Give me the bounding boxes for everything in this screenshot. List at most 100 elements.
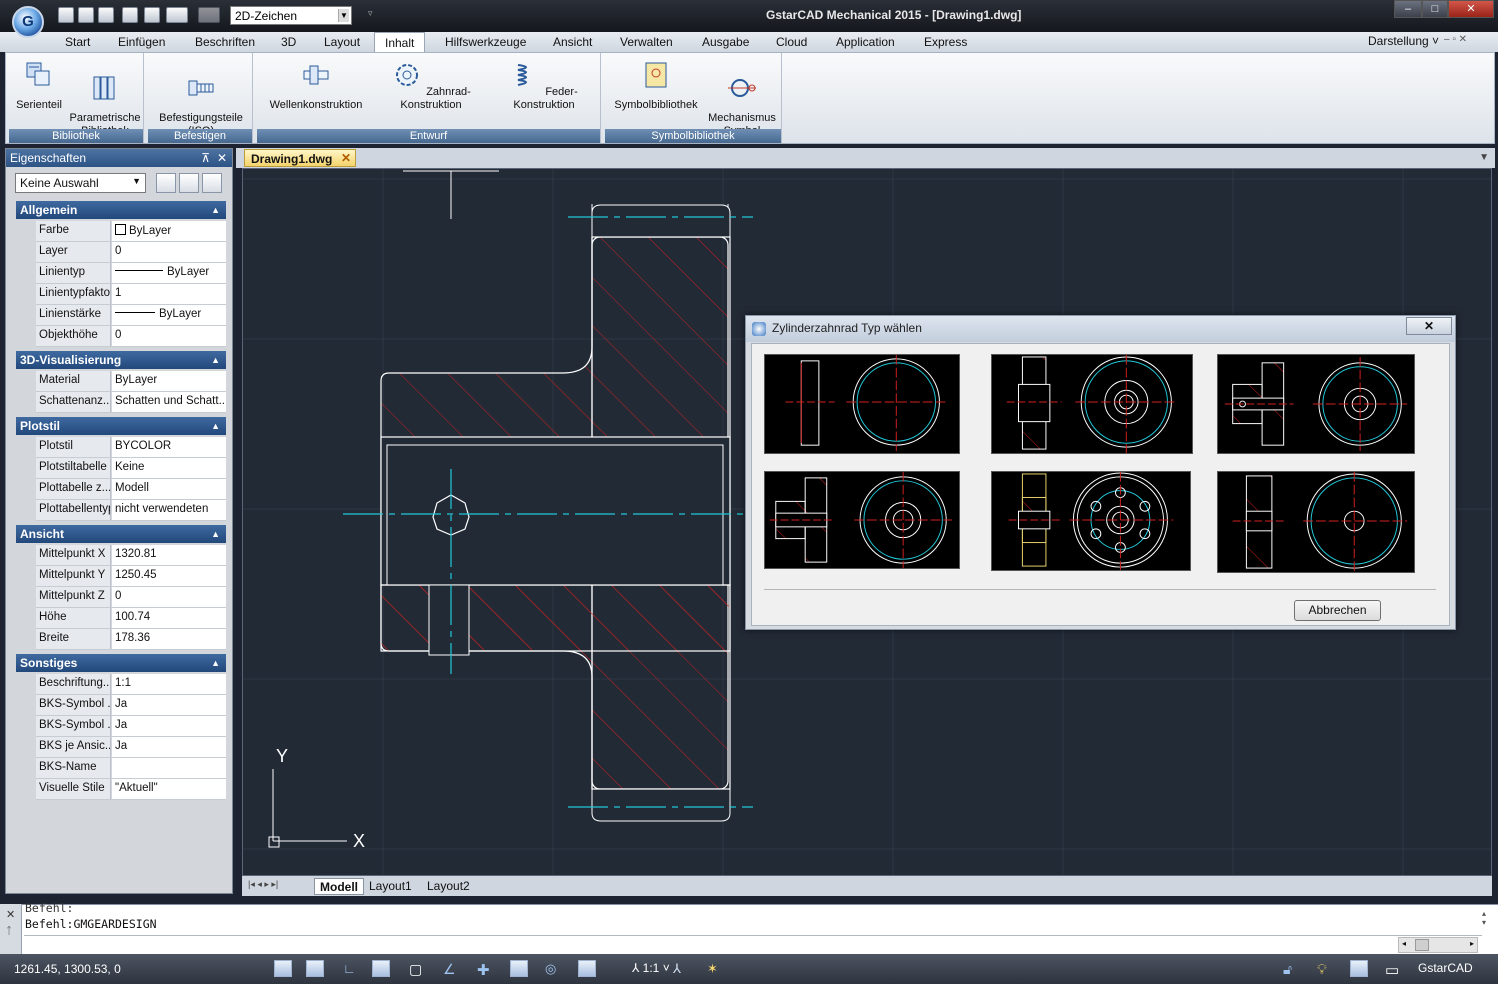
- property-value[interactable]: ByLayer: [112, 263, 226, 283]
- wellenkonstruktion-button[interactable]: Wellenkonstruktion: [261, 59, 371, 112]
- property-value[interactable]: 1320.81: [112, 545, 226, 565]
- workspace-select[interactable]: 2D-Zeichen ▼: [230, 6, 352, 25]
- layout-tab-layout1[interactable]: Layout1: [364, 878, 417, 895]
- property-row[interactable]: BKS-Name: [36, 758, 226, 779]
- quick-properties-icon[interactable]: [578, 960, 596, 977]
- minimize-button[interactable]: ‒: [1394, 0, 1422, 18]
- property-row[interactable]: Breite 178.36: [36, 629, 226, 650]
- lock-icon[interactable]: 🔓︎: [1282, 960, 1300, 977]
- tab-application[interactable]: Application: [826, 32, 905, 52]
- toggle-pickadd-button[interactable]: [156, 173, 176, 193]
- select-objects-button[interactable]: [179, 173, 199, 193]
- grid-display-icon[interactable]: [306, 960, 324, 977]
- lineweight-icon[interactable]: ◎: [544, 960, 562, 977]
- property-row[interactable]: Schattenanz... Schatten und Schatt...: [36, 392, 226, 413]
- property-value[interactable]: Schatten und Schatt...: [112, 392, 226, 412]
- property-row[interactable]: Beschriftung... 1:1: [36, 674, 226, 695]
- lightbulb-icon[interactable]: 💡︎: [1316, 960, 1334, 977]
- property-value[interactable]: 1: [112, 284, 226, 304]
- object-snap-icon[interactable]: ▢: [408, 960, 426, 977]
- property-value[interactable]: Modell: [112, 479, 226, 499]
- property-value[interactable]: [112, 758, 226, 778]
- pin-icon[interactable]: ᛏ: [6, 926, 12, 937]
- tab-ansicht[interactable]: Ansicht: [543, 32, 602, 52]
- tab-list-icon[interactable]: ▼: [1479, 152, 1489, 163]
- collapse-arrow-icon[interactable]: ▲: [211, 654, 220, 672]
- hardware-acceleration-icon[interactable]: [1350, 960, 1368, 977]
- property-row[interactable]: BKS je Ansic... Ja: [36, 737, 226, 758]
- collapse-arrow-icon[interactable]: ▲: [211, 417, 220, 435]
- property-value[interactable]: 1250.45: [112, 566, 226, 586]
- property-row[interactable]: Plotstil BYCOLOR: [36, 437, 226, 458]
- property-row[interactable]: Farbe ByLayer: [36, 221, 226, 242]
- tab-ausgabe[interactable]: Ausgabe: [692, 32, 759, 52]
- property-row[interactable]: BKS-Symbol ... Ja: [36, 716, 226, 737]
- collapse-arrow-icon[interactable]: ▲: [211, 201, 220, 219]
- gear-type-option-2[interactable]: [991, 354, 1193, 454]
- property-row[interactable]: Visuelle Stile "Aktuell": [36, 779, 226, 800]
- property-value[interactable]: 1:1: [112, 674, 226, 694]
- gear-type-option-5[interactable]: [991, 471, 1191, 571]
- property-row[interactable]: Material ByLayer: [36, 371, 226, 392]
- collapse-arrow-icon[interactable]: ▲: [211, 525, 220, 543]
- gear-type-option-6[interactable]: [1217, 471, 1415, 573]
- tab-beschriften[interactable]: Beschriften: [185, 32, 265, 52]
- collapse-arrow-icon[interactable]: ▲: [211, 351, 220, 369]
- zahnrad-konstruktion-button[interactable]: Zahnrad-Konstruktion: [371, 59, 491, 112]
- serienteil-button[interactable]: Serienteil: [13, 59, 65, 112]
- gear-type-option-3[interactable]: [1217, 354, 1415, 454]
- open-file-icon[interactable]: [78, 7, 94, 23]
- befestigungsteile-button[interactable]: Befestigungsteile (ISO): [151, 59, 251, 138]
- dynamic-input-icon[interactable]: [510, 960, 528, 977]
- property-section-header[interactable]: 3D-Visualisierung ▲: [16, 351, 226, 369]
- property-row[interactable]: Linientypfaktor 1: [36, 284, 226, 305]
- property-value[interactable]: Keine: [112, 458, 226, 478]
- cancel-button[interactable]: Abbrechen: [1294, 600, 1381, 621]
- maximize-button[interactable]: □: [1422, 0, 1448, 18]
- dialog-close-button[interactable]: ✕: [1406, 317, 1452, 335]
- property-value[interactable]: ByLayer: [112, 305, 226, 325]
- property-row[interactable]: Mittelpunkt Z 0: [36, 587, 226, 608]
- mechanismus-symbol-button[interactable]: Mechanismus Symbol: [704, 59, 780, 138]
- command-window-handle[interactable]: ✕ ᛏ: [0, 904, 22, 954]
- property-row[interactable]: Mittelpunkt Y 1250.45: [36, 566, 226, 587]
- snap-tracking-icon[interactable]: ∠: [442, 960, 460, 977]
- tab-express[interactable]: Express: [914, 32, 977, 52]
- workspace-display-menu[interactable]: Darstellung ˅: [1368, 34, 1439, 48]
- tab-start[interactable]: Start: [55, 32, 100, 52]
- arrow-right-icon[interactable]: ▸: [1470, 939, 1474, 948]
- property-row[interactable]: Linienstärke ByLayer: [36, 305, 226, 326]
- redo-icon[interactable]: [198, 7, 220, 23]
- property-row[interactable]: Linientyp ByLayer: [36, 263, 226, 284]
- property-value[interactable]: 0: [112, 242, 226, 262]
- symbolbibliothek-button[interactable]: Symbolbibliothek: [608, 59, 704, 112]
- undo-icon[interactable]: [166, 7, 188, 23]
- property-row[interactable]: Objekthöhe 0: [36, 326, 226, 347]
- property-value[interactable]: 178.36: [112, 629, 226, 649]
- tab-verwalten[interactable]: Verwalten: [610, 32, 683, 52]
- property-section-header[interactable]: Plotstil ▲: [16, 417, 226, 435]
- property-row[interactable]: BKS-Symbol ... Ja: [36, 695, 226, 716]
- parametrische-bibliothek-button[interactable]: Parametrische Bibliothek: [65, 59, 145, 138]
- property-value[interactable]: ByLayer: [112, 371, 226, 391]
- tab-3d[interactable]: 3D: [271, 32, 306, 52]
- print-icon[interactable]: [144, 7, 160, 23]
- property-value[interactable]: Ja: [112, 737, 226, 757]
- command-scrollbar[interactable]: ◂ ▸: [1398, 937, 1478, 953]
- property-value[interactable]: 0: [112, 326, 226, 346]
- save-icon[interactable]: [98, 7, 114, 23]
- ortho-mode-icon[interactable]: ∟: [342, 960, 360, 977]
- property-value[interactable]: Ja: [112, 695, 226, 715]
- property-row[interactable]: Plottabelle z... Modell: [36, 479, 226, 500]
- save-as-icon[interactable]: [122, 7, 138, 23]
- property-row[interactable]: Plotstiltabelle Keine: [36, 458, 226, 479]
- arrow-left-icon[interactable]: ◂: [1402, 939, 1406, 948]
- property-row[interactable]: Höhe 100.74: [36, 608, 226, 629]
- dynamic-ucs-icon[interactable]: ✚: [476, 960, 494, 979]
- property-value[interactable]: BYCOLOR: [112, 437, 226, 457]
- property-value[interactable]: Ja: [112, 716, 226, 736]
- property-section-header[interactable]: Sonstiges ▲: [16, 654, 226, 672]
- property-section-header[interactable]: Ansicht ▲: [16, 525, 226, 543]
- annotation-scale[interactable]: ⅄ 1:1 ˅: [632, 961, 670, 975]
- property-value[interactable]: ByLayer: [112, 221, 226, 241]
